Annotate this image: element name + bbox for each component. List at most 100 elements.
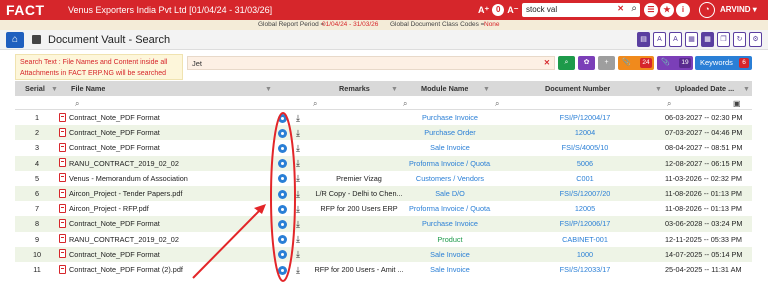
filter-icon[interactable]: ▼ [265, 82, 272, 97]
table-row[interactable]: 1 Contract_Note_PDF Format ⤓ Purchase Invoi… [15, 110, 752, 125]
company-name[interactable]: Venus Exporters India Pvt Ltd [01/04/24 … [68, 5, 272, 15]
download-icon[interactable]: ⤓ [296, 186, 300, 201]
view-icon[interactable] [278, 110, 287, 125]
document-search-input[interactable]: Jet ✕ [187, 56, 555, 70]
table-row[interactable]: 8 Contract_Note_PDF Format ⤓ Purchase Invoi… [15, 216, 752, 232]
view-icon[interactable] [278, 201, 287, 216]
filter-icon[interactable]: ▼ [483, 82, 490, 97]
table-row[interactable]: 5 Venus - Memorandum of Association ⤓ Premi… [15, 171, 752, 186]
star-icon[interactable]: ★ [660, 3, 674, 17]
download-icon[interactable]: ⤓ [296, 232, 300, 247]
search-button[interactable]: ⌕ [558, 56, 575, 70]
download-icon[interactable]: ⤓ [296, 125, 300, 140]
table-row[interactable]: 6 Aircon_Project - Tender Papers.pdf ⤓ L/R … [15, 186, 752, 202]
document-number-cell[interactable]: FSI/S/12007/20 [527, 186, 643, 201]
module-name-cell[interactable]: Proforma Invoice / Quota... [409, 156, 491, 171]
col-remarks[interactable]: Remarks [339, 81, 370, 96]
notification-badge[interactable]: 0 [492, 4, 505, 16]
refresh-icon[interactable]: ↻ [733, 32, 746, 47]
font-increase-button[interactable]: A⁺ [478, 5, 489, 16]
user-avatar-icon[interactable]: ◔ [699, 2, 715, 18]
file-name-cell[interactable]: Contract_Note_PDF Format [59, 125, 259, 140]
document-number-cell[interactable]: CABINET-001 [527, 232, 643, 247]
keywords-button[interactable]: Keywords 6 [695, 56, 752, 70]
table-row[interactable]: 7 Aircon_Project - RFP.pdf ⤓ RFP for 200 Us… [15, 201, 752, 216]
file-name-cell[interactable]: Aircon_Project - Tender Papers.pdf [59, 186, 259, 201]
font-a-icon[interactable]: A [653, 32, 666, 47]
download-icon[interactable]: ⤓ [296, 156, 300, 171]
view-icon[interactable] [278, 171, 287, 186]
download-icon[interactable]: ⤓ [296, 216, 300, 231]
table-row[interactable]: 11 Contract_Note_PDF Format (2).pdf ⤓ RFP f… [15, 262, 752, 277]
module-name-cell[interactable]: Product [409, 232, 491, 247]
col-document-number[interactable]: Document Number [545, 81, 610, 96]
columns-icon[interactable]: ▦ [685, 32, 698, 47]
global-search-input[interactable]: stock val ✕ ⌕ [522, 3, 640, 17]
search-icon[interactable]: ⌕ [75, 96, 79, 109]
search-icon[interactable]: ⌕ [667, 96, 671, 109]
document-number-cell[interactable]: FSI/S/4005/10 [527, 140, 643, 155]
download-icon[interactable]: ⤓ [296, 110, 300, 125]
filter-icon[interactable]: ▼ [743, 82, 750, 97]
download-icon[interactable]: ⤓ [296, 262, 300, 277]
linked-filter-button[interactable]: 📎 19 [657, 56, 693, 70]
file-name-cell[interactable]: Venus - Memorandum of Association [59, 171, 259, 186]
add-button[interactable]: + [598, 56, 615, 70]
module-name-cell[interactable]: Sale Invoice [409, 247, 491, 262]
table-row[interactable]: 9 RANU_CONTRACT_2019_02_02 ⤓ Product CABINET… [15, 232, 752, 247]
search-icon[interactable]: ⌕ [631, 3, 637, 14]
view-icon[interactable] [278, 125, 287, 140]
home-button[interactable]: ⌂ [6, 32, 24, 48]
col-module-name[interactable]: Module Name [421, 81, 468, 96]
document-number-cell[interactable]: C001 [527, 171, 643, 186]
clear-document-search-icon[interactable]: ✕ [544, 58, 550, 67]
calendar-icon[interactable]: ▣ [733, 96, 741, 109]
module-name-cell[interactable]: Sale Invoice [409, 140, 491, 155]
view-icon[interactable] [278, 216, 287, 231]
file-name-cell[interactable]: Contract_Note_PDF Format [59, 216, 259, 231]
col-file-name[interactable]: File Name [71, 81, 105, 96]
grid-icon[interactable]: ▦ [701, 32, 714, 47]
view-icon[interactable] [278, 156, 287, 171]
view-icon[interactable] [278, 247, 287, 262]
export-icon[interactable]: ▤ [637, 32, 650, 47]
file-name-cell[interactable]: RANU_CONTRACT_2019_02_02 [59, 156, 259, 171]
module-name-cell[interactable]: Sale Invoice [409, 262, 491, 277]
download-icon[interactable]: ⤓ [296, 140, 300, 155]
file-name-cell[interactable]: RANU_CONTRACT_2019_02_02 [59, 232, 259, 247]
col-uploaded-date[interactable]: Uploaded Date ... [675, 81, 734, 96]
module-name-cell[interactable]: Proforma Invoice / Quota... [409, 201, 491, 216]
settings-icon[interactable]: ⚙ [749, 32, 762, 47]
document-number-cell[interactable]: FSI/P/12004/17 [527, 110, 643, 125]
user-menu[interactable]: ARVIND ▾ [720, 5, 757, 14]
view-icon[interactable] [278, 262, 287, 277]
document-number-cell[interactable]: FSI/S/12033/17 [527, 262, 643, 277]
table-row[interactable]: 2 Contract_Note_PDF Format ⤓ Purchase Order… [15, 125, 752, 141]
font-a-small-icon[interactable]: A [669, 32, 682, 47]
col-serial[interactable]: Serial [25, 81, 45, 96]
clear-search-icon[interactable]: ✕ [617, 4, 624, 13]
document-number-cell[interactable]: 12004 [527, 125, 643, 140]
file-name-cell[interactable]: Contract_Note_PDF Format [59, 110, 259, 125]
download-icon[interactable]: ⤓ [296, 171, 300, 186]
download-icon[interactable]: ⤓ [296, 247, 300, 262]
table-row[interactable]: 10 Contract_Note_PDF Format ⤓ Sale Invoice 1… [15, 246, 752, 262]
document-number-cell[interactable]: 12005 [527, 201, 643, 216]
copy-icon[interactable]: ❐ [717, 32, 730, 47]
module-name-cell[interactable]: Customers / Vendors [409, 171, 491, 186]
view-icon[interactable] [278, 232, 287, 247]
view-icon[interactable] [278, 186, 287, 201]
file-name-cell[interactable]: Contract_Note_PDF Format [59, 140, 259, 155]
search-icon[interactable]: ⌕ [403, 96, 407, 109]
module-name-cell[interactable]: Purchase Invoice [409, 110, 491, 125]
search-icon[interactable]: ⌕ [495, 96, 499, 109]
menu-icon[interactable]: ☰ [644, 3, 658, 17]
file-name-cell[interactable]: Contract_Note_PDF Format [59, 247, 259, 262]
puzzle-icon[interactable]: ✿ [578, 56, 595, 70]
filter-icon[interactable]: ▼ [391, 82, 398, 97]
module-name-cell[interactable]: Purchase Invoice [409, 216, 491, 231]
info-icon[interactable]: i [676, 3, 690, 17]
document-number-cell[interactable]: 1000 [527, 247, 643, 262]
filter-icon[interactable]: ▼ [51, 82, 58, 97]
download-icon[interactable]: ⤓ [296, 201, 300, 216]
